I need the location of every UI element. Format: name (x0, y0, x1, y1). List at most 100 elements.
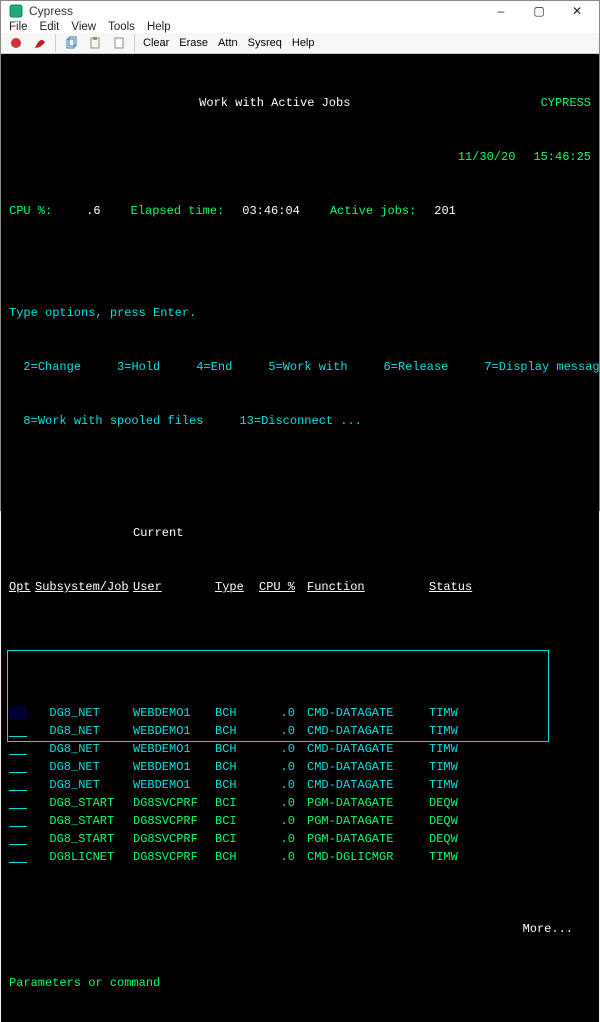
elapsed-value: 03:46:04 (242, 202, 300, 220)
opt-input[interactable] (9, 850, 27, 863)
app-window: Cypress – ▢ ✕ File Edit View Tools Help Clea… (0, 0, 600, 511)
job-row[interactable]: DG8_NETWEBDEMO1BCH.0CMD-DATAGATETIMW (9, 722, 591, 740)
paste-icon[interactable] (84, 33, 106, 53)
copy-icon[interactable] (60, 33, 82, 53)
cell-cpu: .0 (259, 740, 307, 758)
cell-type: BCH (215, 848, 259, 866)
cell-user: WEBDEMO1 (133, 758, 215, 776)
col-type: Type (215, 578, 259, 596)
doc-icon[interactable] (108, 33, 130, 53)
menu-edit[interactable]: Edit (40, 21, 60, 33)
attn-button[interactable]: Attn (214, 33, 242, 53)
elapsed-label: Elapsed time: (131, 202, 225, 220)
cell-type: BCH (215, 758, 259, 776)
cell-user: WEBDEMO1 (133, 704, 215, 722)
cell-func: CMD-DATAGATE (307, 758, 429, 776)
minimize-button[interactable]: – (483, 1, 519, 21)
clear-button[interactable]: Clear (139, 33, 173, 53)
job-row[interactable]: DG8_STARTDG8SVCPRFBCI.0PGM-DATAGATEDEQW (9, 794, 591, 812)
cell-user: WEBDEMO1 (133, 722, 215, 740)
cell-func: CMD-DATAGATE (307, 740, 429, 758)
cell-status: TIMW (429, 704, 493, 722)
cell-user: DG8SVCPRF (133, 812, 215, 830)
more-indicator: More... (9, 920, 591, 938)
job-row[interactable]: DG8_NETWEBDEMO1BCH.0CMD-DATAGATETIMW (9, 740, 591, 758)
cell-cpu: .0 (259, 830, 307, 848)
connect-icon[interactable] (5, 33, 27, 53)
cell-job: DG8_NET (35, 776, 133, 794)
cell-func: CMD-DGLICMGR (307, 848, 429, 866)
opt-input[interactable] (9, 724, 27, 737)
opt-input[interactable] (9, 832, 27, 845)
cell-job: DG8_NET (35, 740, 133, 758)
job-row[interactable]: DG8LICNETDG8SVCPRFBCH.0CMD-DGLICMGRTIMW (9, 848, 591, 866)
cell-job: DG8_START (35, 794, 133, 812)
cell-user: DG8SVCPRF (133, 848, 215, 866)
menu-view[interactable]: View (71, 21, 96, 33)
cpu-value: .6 (86, 202, 100, 220)
menu-tools[interactable]: Tools (108, 21, 135, 33)
cell-type: BCI (215, 794, 259, 812)
job-row[interactable]: DG8_STARTDG8SVCPRFBCI.0PGM-DATAGATEDEQW (9, 830, 591, 848)
cell-job: DG8_NET (35, 758, 133, 776)
job-row[interactable]: DG8_NETWEBDEMO1BCH.0CMD-DATAGATETIMW (9, 704, 591, 722)
maximize-button[interactable]: ▢ (521, 1, 557, 21)
job-list: DG8_NETWEBDEMO1BCH.0CMD-DATAGATETIMW DG8… (9, 650, 591, 866)
cell-cpu: .0 (259, 758, 307, 776)
erase-button[interactable]: Erase (175, 33, 212, 53)
cell-cpu: .0 (259, 848, 307, 866)
opt-input[interactable] (9, 760, 27, 773)
opt-input[interactable] (9, 796, 27, 809)
close-button[interactable]: ✕ (559, 1, 595, 21)
col-user-top: Current (133, 524, 215, 542)
cell-type: BCH (215, 740, 259, 758)
header-time: 15:46:25 (533, 148, 591, 166)
menu-file[interactable]: File (9, 21, 28, 33)
job-row[interactable]: DG8_NETWEBDEMO1BCH.0CMD-DATAGATETIMW (9, 776, 591, 794)
cell-type: BCI (215, 830, 259, 848)
col-user: User (133, 578, 215, 596)
cell-user: DG8SVCPRF (133, 830, 215, 848)
titlebar: Cypress – ▢ ✕ (1, 1, 599, 21)
help-button[interactable]: Help (288, 33, 319, 53)
instruction-text: Type options, press Enter. (9, 304, 591, 322)
opt-input[interactable] (9, 778, 27, 791)
cell-type: BCH (215, 704, 259, 722)
cell-func: CMD-DATAGATE (307, 776, 429, 794)
sysreq-button[interactable]: Sysreq (244, 33, 286, 53)
cell-cpu: .0 (259, 722, 307, 740)
col-status: Status (429, 578, 493, 596)
leaf-icon[interactable] (29, 33, 51, 53)
col-job: Subsystem/Job (35, 578, 133, 596)
cell-status: TIMW (429, 848, 493, 866)
opt-input[interactable] (9, 706, 27, 720)
opt-input[interactable] (9, 742, 27, 755)
cell-type: BCH (215, 722, 259, 740)
opt-input[interactable] (9, 814, 27, 827)
cell-user: DG8SVCPRF (133, 794, 215, 812)
cell-status: DEQW (429, 794, 493, 812)
cell-cpu: .0 (259, 794, 307, 812)
screen-title: Work with Active Jobs (199, 94, 350, 112)
job-row[interactable]: DG8_NETWEBDEMO1BCH.0CMD-DATAGATETIMW (9, 758, 591, 776)
system-name: CYPRESS (541, 94, 591, 112)
col-cpu: CPU % (259, 578, 307, 596)
cell-cpu: .0 (259, 776, 307, 794)
cell-func: CMD-DATAGATE (307, 704, 429, 722)
cell-cpu: .0 (259, 704, 307, 722)
cell-func: PGM-DATAGATE (307, 830, 429, 848)
cell-job: DG8_NET (35, 704, 133, 722)
cell-type: BCI (215, 812, 259, 830)
active-value: 201 (434, 202, 456, 220)
menu-help[interactable]: Help (147, 21, 171, 33)
cell-func: CMD-DATAGATE (307, 722, 429, 740)
active-label: Active jobs: (330, 202, 416, 220)
cell-status: TIMW (429, 740, 493, 758)
cell-cpu: .0 (259, 812, 307, 830)
terminal-screen[interactable]: Work with Active Jobs CYPRESS 11/30/20 1… (1, 54, 599, 1022)
cell-user: WEBDEMO1 (133, 776, 215, 794)
job-row[interactable]: DG8_STARTDG8SVCPRFBCI.0PGM-DATAGATEDEQW (9, 812, 591, 830)
menubar: File Edit View Tools Help (1, 21, 599, 33)
cpu-label: CPU %: (9, 202, 52, 220)
cell-status: DEQW (429, 812, 493, 830)
